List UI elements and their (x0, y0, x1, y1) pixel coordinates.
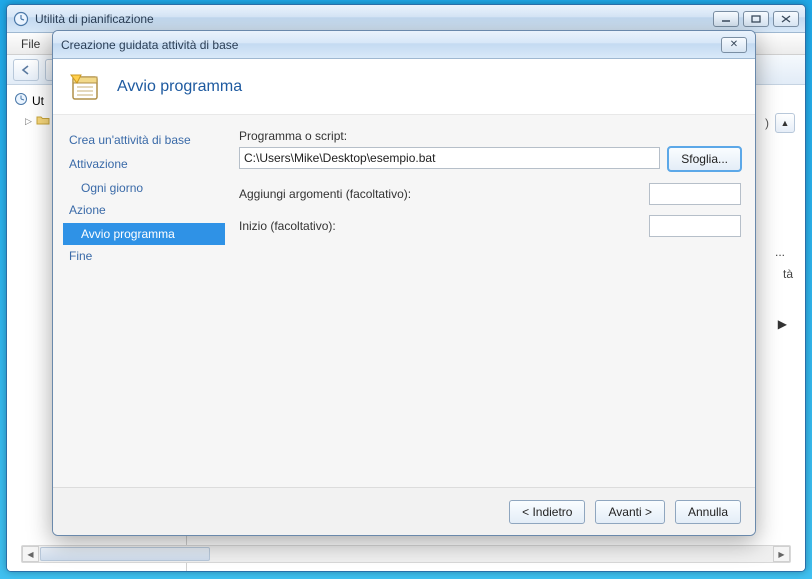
scroll-right-button[interactable]: ▶ (773, 546, 790, 562)
truncated-tail: tà (783, 267, 793, 281)
minimize-button[interactable] (713, 11, 739, 27)
wizard-body: Crea un'attività di base Attivazione Ogn… (53, 115, 755, 487)
task-calendar-icon (67, 69, 103, 105)
wizard-header: Avvio programma (53, 59, 755, 115)
arguments-label: Aggiungi argomenti (facoltativo): (239, 187, 411, 201)
startin-label: Inizio (facoltativo): (239, 219, 336, 233)
wizard-nav: Crea un'attività di base Attivazione Ogn… (53, 115, 233, 487)
clock-icon (14, 92, 28, 109)
wizard-form: Programma o script: Sfoglia... Aggiungi … (233, 115, 755, 487)
nav-create-task[interactable]: Crea un'attività di base (63, 129, 225, 151)
menu-file[interactable]: File (13, 35, 48, 53)
cancel-button[interactable]: Annulla (675, 500, 741, 524)
chevron-right-icon: ▶ (778, 550, 784, 559)
wizard-title: Creazione guidata attività di base (61, 38, 721, 52)
chevron-right-icon: ▷ (25, 116, 32, 127)
scroll-thumb[interactable] (40, 547, 210, 561)
chevron-up-icon: ▲ (781, 118, 790, 128)
nav-action-start-program[interactable]: Avvio programma (63, 223, 225, 245)
back-nav-button[interactable] (13, 59, 39, 81)
nav-trigger-daily[interactable]: Ogni giorno (63, 177, 225, 199)
folder-icon (36, 114, 50, 129)
wizard-close-button[interactable]: ✕ (721, 37, 747, 53)
create-basic-task-wizard: Creazione guidata attività di base ✕ Avv… (52, 30, 756, 536)
parent-titlebar[interactable]: Utilità di pianificazione (7, 5, 805, 33)
nav-trigger[interactable]: Attivazione (63, 153, 225, 175)
program-label: Programma o script: (239, 129, 741, 143)
wizard-footer: < Indietro Avanti > Annulla (53, 487, 755, 535)
window-controls (713, 11, 799, 27)
horizontal-scrollbar[interactable]: ◀ ▶ (21, 545, 791, 563)
chevron-left-icon: ◀ (27, 550, 33, 559)
back-button[interactable]: < Indietro (509, 500, 585, 524)
maximize-button[interactable] (743, 11, 769, 27)
nav-action[interactable]: Azione (63, 199, 225, 221)
wizard-heading: Avvio programma (117, 78, 242, 96)
collapse-button[interactable]: ▲ (775, 113, 795, 133)
program-path-input[interactable] (239, 147, 660, 169)
browse-button[interactable]: Sfoglia... (668, 147, 741, 171)
panel-paren: ) (765, 116, 769, 130)
next-button[interactable]: Avanti > (595, 500, 664, 524)
clock-icon (13, 11, 29, 27)
scroll-left-button[interactable]: ◀ (22, 546, 39, 562)
close-icon: ✕ (730, 39, 738, 50)
play-icon: ▶ (778, 317, 787, 331)
arguments-input[interactable] (649, 183, 741, 205)
truncated-text: ... (775, 245, 785, 259)
parent-window-title: Utilità di pianificazione (35, 12, 713, 26)
tree-root-label: Ut (32, 94, 44, 108)
wizard-titlebar[interactable]: Creazione guidata attività di base ✕ (53, 31, 755, 59)
nav-finish[interactable]: Fine (63, 245, 225, 267)
startin-input[interactable] (649, 215, 741, 237)
close-button[interactable] (773, 11, 799, 27)
